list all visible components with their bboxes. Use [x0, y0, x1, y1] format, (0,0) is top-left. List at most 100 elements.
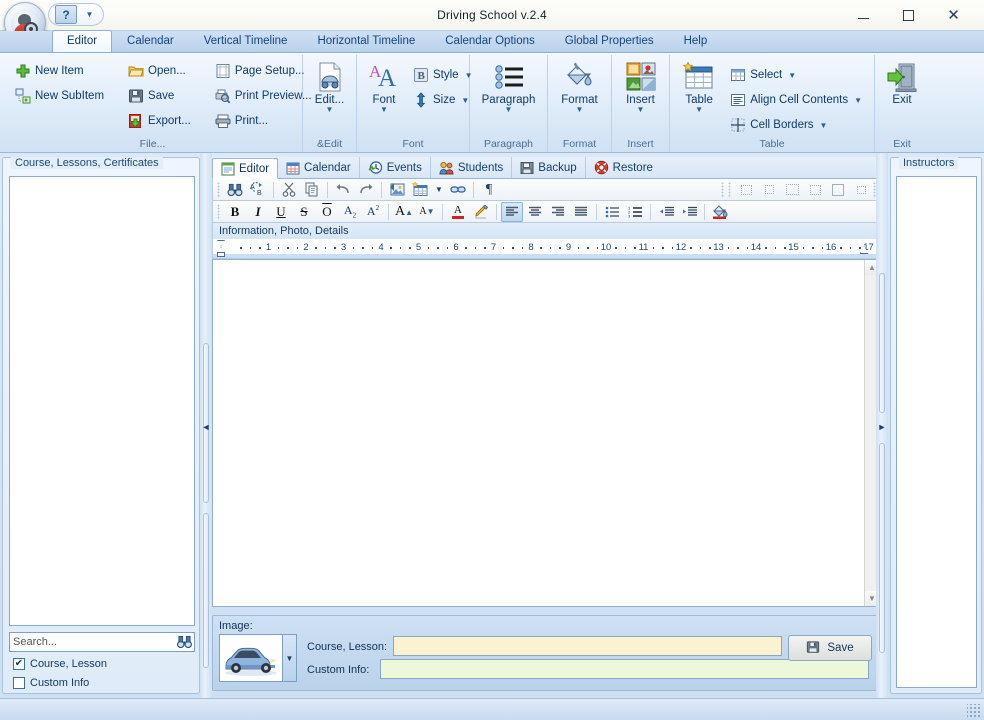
chevron-down-icon[interactable]: ▼	[788, 71, 796, 80]
exit-button[interactable]: Exit	[881, 58, 923, 107]
save-details-button[interactable]: Save	[788, 635, 872, 661]
align-right-icon[interactable]	[547, 202, 569, 222]
checkbox-course-lesson[interactable]: ✔ Course, Lesson	[13, 658, 107, 670]
insert-button[interactable]: Insert ▼	[618, 58, 663, 115]
left-indent-marker[interactable]	[217, 252, 225, 257]
ribbon-tab-help[interactable]: Help	[669, 30, 723, 52]
tab-restore[interactable]: Restore	[586, 157, 661, 178]
chevron-down-icon[interactable]: ▼	[576, 106, 584, 114]
ribbon-tab-calendar-options[interactable]: Calendar Options	[430, 30, 550, 52]
tab-calendar[interactable]: Calendar	[278, 157, 360, 178]
course-lessons-listbox[interactable]	[9, 176, 195, 626]
chevron-down-icon[interactable]: ▼	[854, 96, 862, 105]
grow-font-icon[interactable]: A▲	[393, 202, 415, 222]
insert-table-icon[interactable]	[409, 180, 431, 200]
chevron-down-icon[interactable]: ▼	[380, 106, 388, 114]
left-splitter[interactable]: ◄	[200, 153, 212, 698]
paragraph-button[interactable]: Paragraph ▼	[476, 58, 541, 115]
format-button[interactable]: Format ▼	[554, 58, 605, 115]
ribbon-tab-calendar[interactable]: Calendar	[112, 30, 189, 52]
collapse-right-arrow-icon[interactable]: ►	[878, 420, 887, 434]
edit-button[interactable]: Edit... ▼	[309, 58, 350, 115]
binoculars-icon[interactable]	[174, 633, 194, 651]
chevron-down-icon[interactable]: ▼	[637, 106, 645, 114]
car-thumbnail[interactable]	[219, 634, 283, 682]
maximize-button[interactable]	[886, 2, 931, 30]
open-button[interactable]: Open...	[122, 60, 197, 82]
new-subitem-button[interactable]: New SubItem	[9, 85, 110, 107]
numbering-icon[interactable]: 1 2 3	[624, 202, 646, 222]
font-color-icon[interactable]: A	[447, 202, 469, 222]
ribbon-tab-global-properties[interactable]: Global Properties	[550, 30, 669, 52]
ribbon-tab-editor[interactable]: Editor	[52, 30, 113, 52]
horizontal-ruler[interactable]: 1 2 3 4 5 6 7 8 9 10 11 12 13 14 15 16 17	[212, 239, 880, 259]
align-justify-icon[interactable]	[570, 202, 592, 222]
export-button[interactable]: Export...	[122, 110, 197, 132]
font-button[interactable]: A A Font ▼	[363, 58, 405, 115]
close-button[interactable]: ✕	[931, 2, 976, 30]
tab-events[interactable]: Events	[360, 157, 431, 178]
border-none-icon[interactable]	[735, 180, 757, 200]
bold-icon[interactable]: B	[224, 202, 246, 222]
increase-indent-icon[interactable]	[678, 202, 700, 222]
border-small-icon[interactable]	[850, 180, 872, 200]
tab-backup[interactable]: Backup	[512, 157, 586, 178]
undo-icon[interactable]	[332, 180, 354, 200]
help-icon[interactable]: ?	[55, 5, 77, 24]
toolbar-grip-4[interactable]	[217, 203, 220, 220]
pilcrow-icon[interactable]: ¶	[478, 180, 500, 200]
decrease-indent-icon[interactable]	[655, 202, 677, 222]
cell-borders-button[interactable]: Cell Borders ▼	[724, 114, 868, 136]
table-button[interactable]: Table ▼	[676, 58, 722, 115]
chevron-down-icon[interactable]: ▼	[326, 106, 334, 114]
bullets-icon[interactable]	[601, 202, 623, 222]
resize-grip-icon[interactable]	[967, 704, 981, 718]
border-wide-icon[interactable]	[781, 180, 803, 200]
overline-icon[interactable]: O	[316, 202, 338, 222]
find-icon[interactable]	[224, 180, 246, 200]
align-center-icon[interactable]	[524, 202, 546, 222]
italic-icon[interactable]: I	[247, 202, 269, 222]
ribbon-tab-horizontal-timeline[interactable]: Horizontal Timeline	[302, 30, 430, 52]
cut-icon[interactable]	[278, 180, 300, 200]
editor-canvas[interactable]	[213, 260, 864, 606]
superscript-icon[interactable]: A2	[362, 202, 384, 222]
border-box-icon[interactable]	[758, 180, 780, 200]
background-color-icon[interactable]	[709, 202, 731, 222]
print-preview-button[interactable]: Print Preview...	[209, 85, 312, 107]
chevron-down-icon[interactable]: ▼	[695, 106, 703, 114]
checkbox-custom-info[interactable]: Custom Info	[13, 677, 89, 689]
select-button[interactable]: Select ▼	[724, 64, 868, 86]
minimize-button[interactable]	[841, 2, 886, 30]
highlight-icon[interactable]	[470, 202, 492, 222]
toolbar-grip[interactable]	[217, 181, 220, 198]
page-setup-button[interactable]: Page Setup...	[209, 60, 309, 82]
underline-icon[interactable]: U	[270, 202, 292, 222]
course-lesson-input[interactable]	[393, 636, 782, 656]
chevron-down-icon[interactable]: ▼	[820, 121, 828, 130]
tab-editor[interactable]: Editor	[212, 158, 279, 179]
chevron-down-icon[interactable]: ▼	[84, 9, 95, 20]
tab-students[interactable]: Students	[431, 157, 513, 178]
checkbox-course-lesson-box[interactable]: ✔	[13, 658, 25, 670]
align-cell-contents-button[interactable]: Align Cell Contents ▼	[724, 89, 868, 111]
border-dash-icon[interactable]	[804, 180, 826, 200]
size-button[interactable]: Size ▼	[407, 89, 469, 111]
copy-icon[interactable]	[301, 180, 323, 200]
instructors-listbox[interactable]	[896, 176, 977, 688]
shrink-font-icon[interactable]: A▼	[416, 202, 438, 222]
chevron-down-icon[interactable]: ▼	[505, 106, 513, 114]
chevron-down-icon[interactable]: ▼	[283, 634, 297, 682]
table-dropdown-icon[interactable]: ▼	[432, 180, 446, 200]
style-button[interactable]: B Style ▼	[407, 64, 473, 86]
search-input[interactable]	[10, 634, 174, 650]
save-button[interactable]: Save	[122, 85, 197, 107]
print-button[interactable]: Print...	[209, 110, 309, 132]
border-solid-icon[interactable]	[827, 180, 849, 200]
insert-link-icon[interactable]	[447, 180, 469, 200]
strikethrough-icon[interactable]: S	[293, 202, 315, 222]
align-left-icon[interactable]	[501, 201, 523, 222]
checkbox-custom-info-box[interactable]	[13, 677, 25, 689]
replace-icon[interactable]: A B	[247, 180, 269, 200]
new-item-button[interactable]: New Item	[9, 60, 110, 82]
